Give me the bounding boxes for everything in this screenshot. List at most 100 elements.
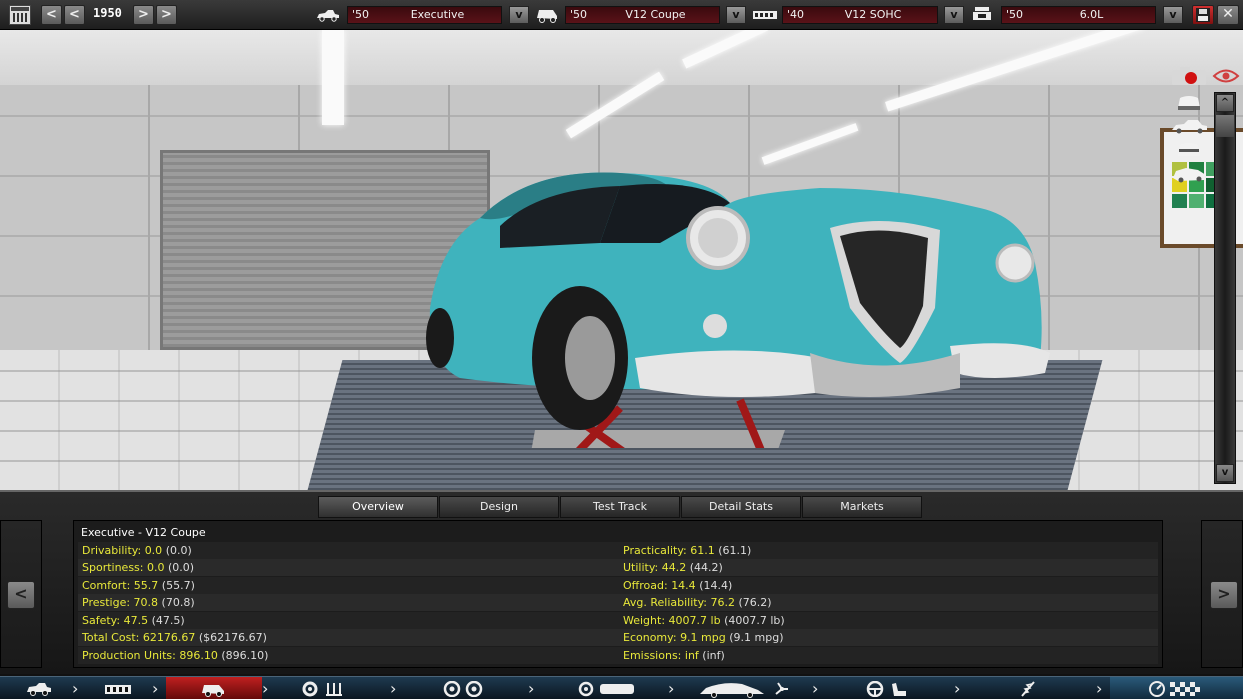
stat-value: 9.1 mpg — [680, 631, 726, 644]
eye-icon[interactable] — [1212, 68, 1240, 84]
stat-value: 44.2 — [661, 561, 687, 574]
scroll-thumb[interactable] — [1216, 115, 1234, 137]
stat-label: Sportiness: — [82, 561, 144, 574]
step-aerodynamics[interactable] — [684, 677, 810, 699]
tab-detail-stats[interactable]: Detail Stats — [681, 496, 801, 518]
prev-button[interactable]: < — [7, 581, 35, 609]
tab-test-track[interactable]: Test Track — [560, 496, 680, 518]
step-testing[interactable] — [1110, 677, 1243, 699]
engine-family-field[interactable]: '40 V12 SOHC — [782, 6, 938, 24]
stat-base-value: (0.0) — [165, 544, 192, 557]
stat-drivability: Drivability: 0.0 (0.0) — [82, 542, 192, 559]
year-prev-fast-button[interactable]: < — [64, 5, 85, 25]
aerodynamics-icon — [700, 682, 788, 698]
record-camera-icon[interactable] — [1170, 66, 1208, 86]
engine-variant-dropdown-button[interactable]: v — [1163, 6, 1183, 24]
stat-base-value: (896.10) — [221, 649, 269, 662]
tab-overview[interactable]: Overview — [318, 496, 438, 518]
step-body-trim[interactable] — [166, 677, 262, 699]
stat-comfort: Comfort: 55.7 (55.7) — [82, 577, 195, 594]
step-separator: › — [152, 679, 159, 698]
step-fuel-system[interactable] — [544, 677, 666, 699]
scroll-up-button[interactable]: ^ — [1216, 94, 1234, 112]
car-model-field[interactable]: '50 Executive — [347, 6, 502, 24]
stat-value: 70.8 — [133, 596, 159, 609]
stat-base-value: (61.1) — [718, 544, 752, 557]
car-trim-field[interactable]: '50 V12 Coupe — [565, 6, 720, 24]
step-separator: › — [72, 679, 79, 698]
close-button[interactable]: ✕ — [1217, 5, 1239, 25]
right-nav-frame: > — [1201, 520, 1243, 668]
stat-total-cost: Total Cost: 62176.67 ($62176.67) — [82, 629, 267, 646]
car-trim-year: '50 — [570, 8, 588, 21]
car-render[interactable] — [420, 148, 1060, 448]
stat-label: Economy: — [623, 631, 677, 644]
step-separator: › — [812, 679, 819, 698]
tab-design[interactable]: Design — [439, 496, 559, 518]
left-nav-frame: < — [0, 520, 42, 668]
step-engine-block[interactable] — [86, 677, 154, 699]
wheels-icon — [443, 681, 483, 697]
step-separator: › — [668, 679, 675, 698]
stat-utility: Utility: 44.2 (44.2) — [623, 559, 723, 576]
stat-label: Comfort: — [82, 579, 131, 592]
stat-label: Emissions: — [623, 649, 682, 662]
engine-family-dropdown-button[interactable]: v — [944, 6, 964, 24]
current-year: 1950 — [93, 6, 122, 20]
scroll-down-button[interactable]: v — [1216, 464, 1234, 482]
camera-angle-view-icon[interactable] — [1170, 164, 1208, 184]
ceiling-light — [322, 30, 344, 125]
garage-ceiling — [0, 30, 1243, 90]
car-model-name: Executive — [410, 8, 465, 21]
step-chassis[interactable] — [0, 677, 70, 699]
year-next-button[interactable]: > — [133, 5, 154, 25]
step-wheels[interactable] — [404, 677, 526, 699]
year-prev-button[interactable]: < — [41, 5, 62, 25]
engine-variant-icon — [973, 7, 991, 20]
stat-label: Prestige: — [82, 596, 131, 609]
stat-label: Offroad: — [623, 579, 668, 592]
design-steps-nav: › › › › › › › › › — [0, 676, 1243, 699]
engine-family-year: '40 — [787, 8, 805, 21]
car-3d-viewport[interactable]: ^ v — [0, 30, 1243, 490]
step-suspension[interactable] — [970, 677, 1094, 699]
testing-finish-flag-icon — [1149, 681, 1200, 697]
step-engine-internals[interactable] — [278, 677, 388, 699]
stat-value: inf — [684, 649, 699, 662]
next-button[interactable]: > — [1210, 581, 1238, 609]
stat-base-value: (inf) — [702, 649, 725, 662]
stat-label: Safety: — [82, 614, 121, 627]
year-next-fast-button[interactable]: > — [156, 5, 177, 25]
step-separator: › — [390, 679, 397, 698]
overview-stats: Executive - V12 Coupe Drivability: 0.0 (… — [73, 520, 1163, 668]
save-button[interactable] — [1192, 5, 1214, 25]
stat-base-value: (14.4) — [699, 579, 733, 592]
info-panel: Overview Design Test Track Detail Stats … — [0, 490, 1243, 674]
engine-variant-field[interactable]: '50 6.0L — [1001, 6, 1156, 24]
stat-row-bg — [78, 577, 1158, 594]
stat-base-value: (70.8) — [161, 596, 195, 609]
camera-rear-view-icon[interactable] — [1170, 140, 1208, 160]
car-model-dropdown-button[interactable]: v — [509, 6, 529, 24]
engine-block-icon — [105, 685, 131, 694]
camera-side-view-icon[interactable] — [1170, 116, 1208, 136]
step-separator: › — [1096, 679, 1103, 698]
tab-markets[interactable]: Markets — [802, 496, 922, 518]
zoom-scrollbar[interactable]: ^ v — [1214, 92, 1236, 484]
step-interior[interactable] — [828, 677, 952, 699]
save-icon — [1196, 8, 1210, 22]
calendar-icon[interactable] — [9, 5, 31, 25]
step-separator: › — [528, 679, 535, 698]
camera-front-view-icon[interactable] — [1170, 92, 1208, 112]
stat-label: Total Cost: — [82, 631, 140, 644]
stat-row-bg — [78, 594, 1158, 611]
stat-label: Drivability: — [82, 544, 142, 557]
stat-base-value: (76.2) — [738, 596, 772, 609]
car-trim-dropdown-button[interactable]: v — [726, 6, 746, 24]
stat-value: 76.2 — [710, 596, 736, 609]
top-toolbar: < < 1950 > > '50 Executive v '50 V12 Cou… — [0, 0, 1243, 30]
stat-value: 0.0 — [147, 561, 165, 574]
stat-production-units: Production Units: 896.10 (896.10) — [82, 647, 268, 664]
car-model-icon — [317, 10, 339, 22]
stat-weight: Weight: 4007.7 lb (4007.7 lb) — [623, 612, 785, 629]
